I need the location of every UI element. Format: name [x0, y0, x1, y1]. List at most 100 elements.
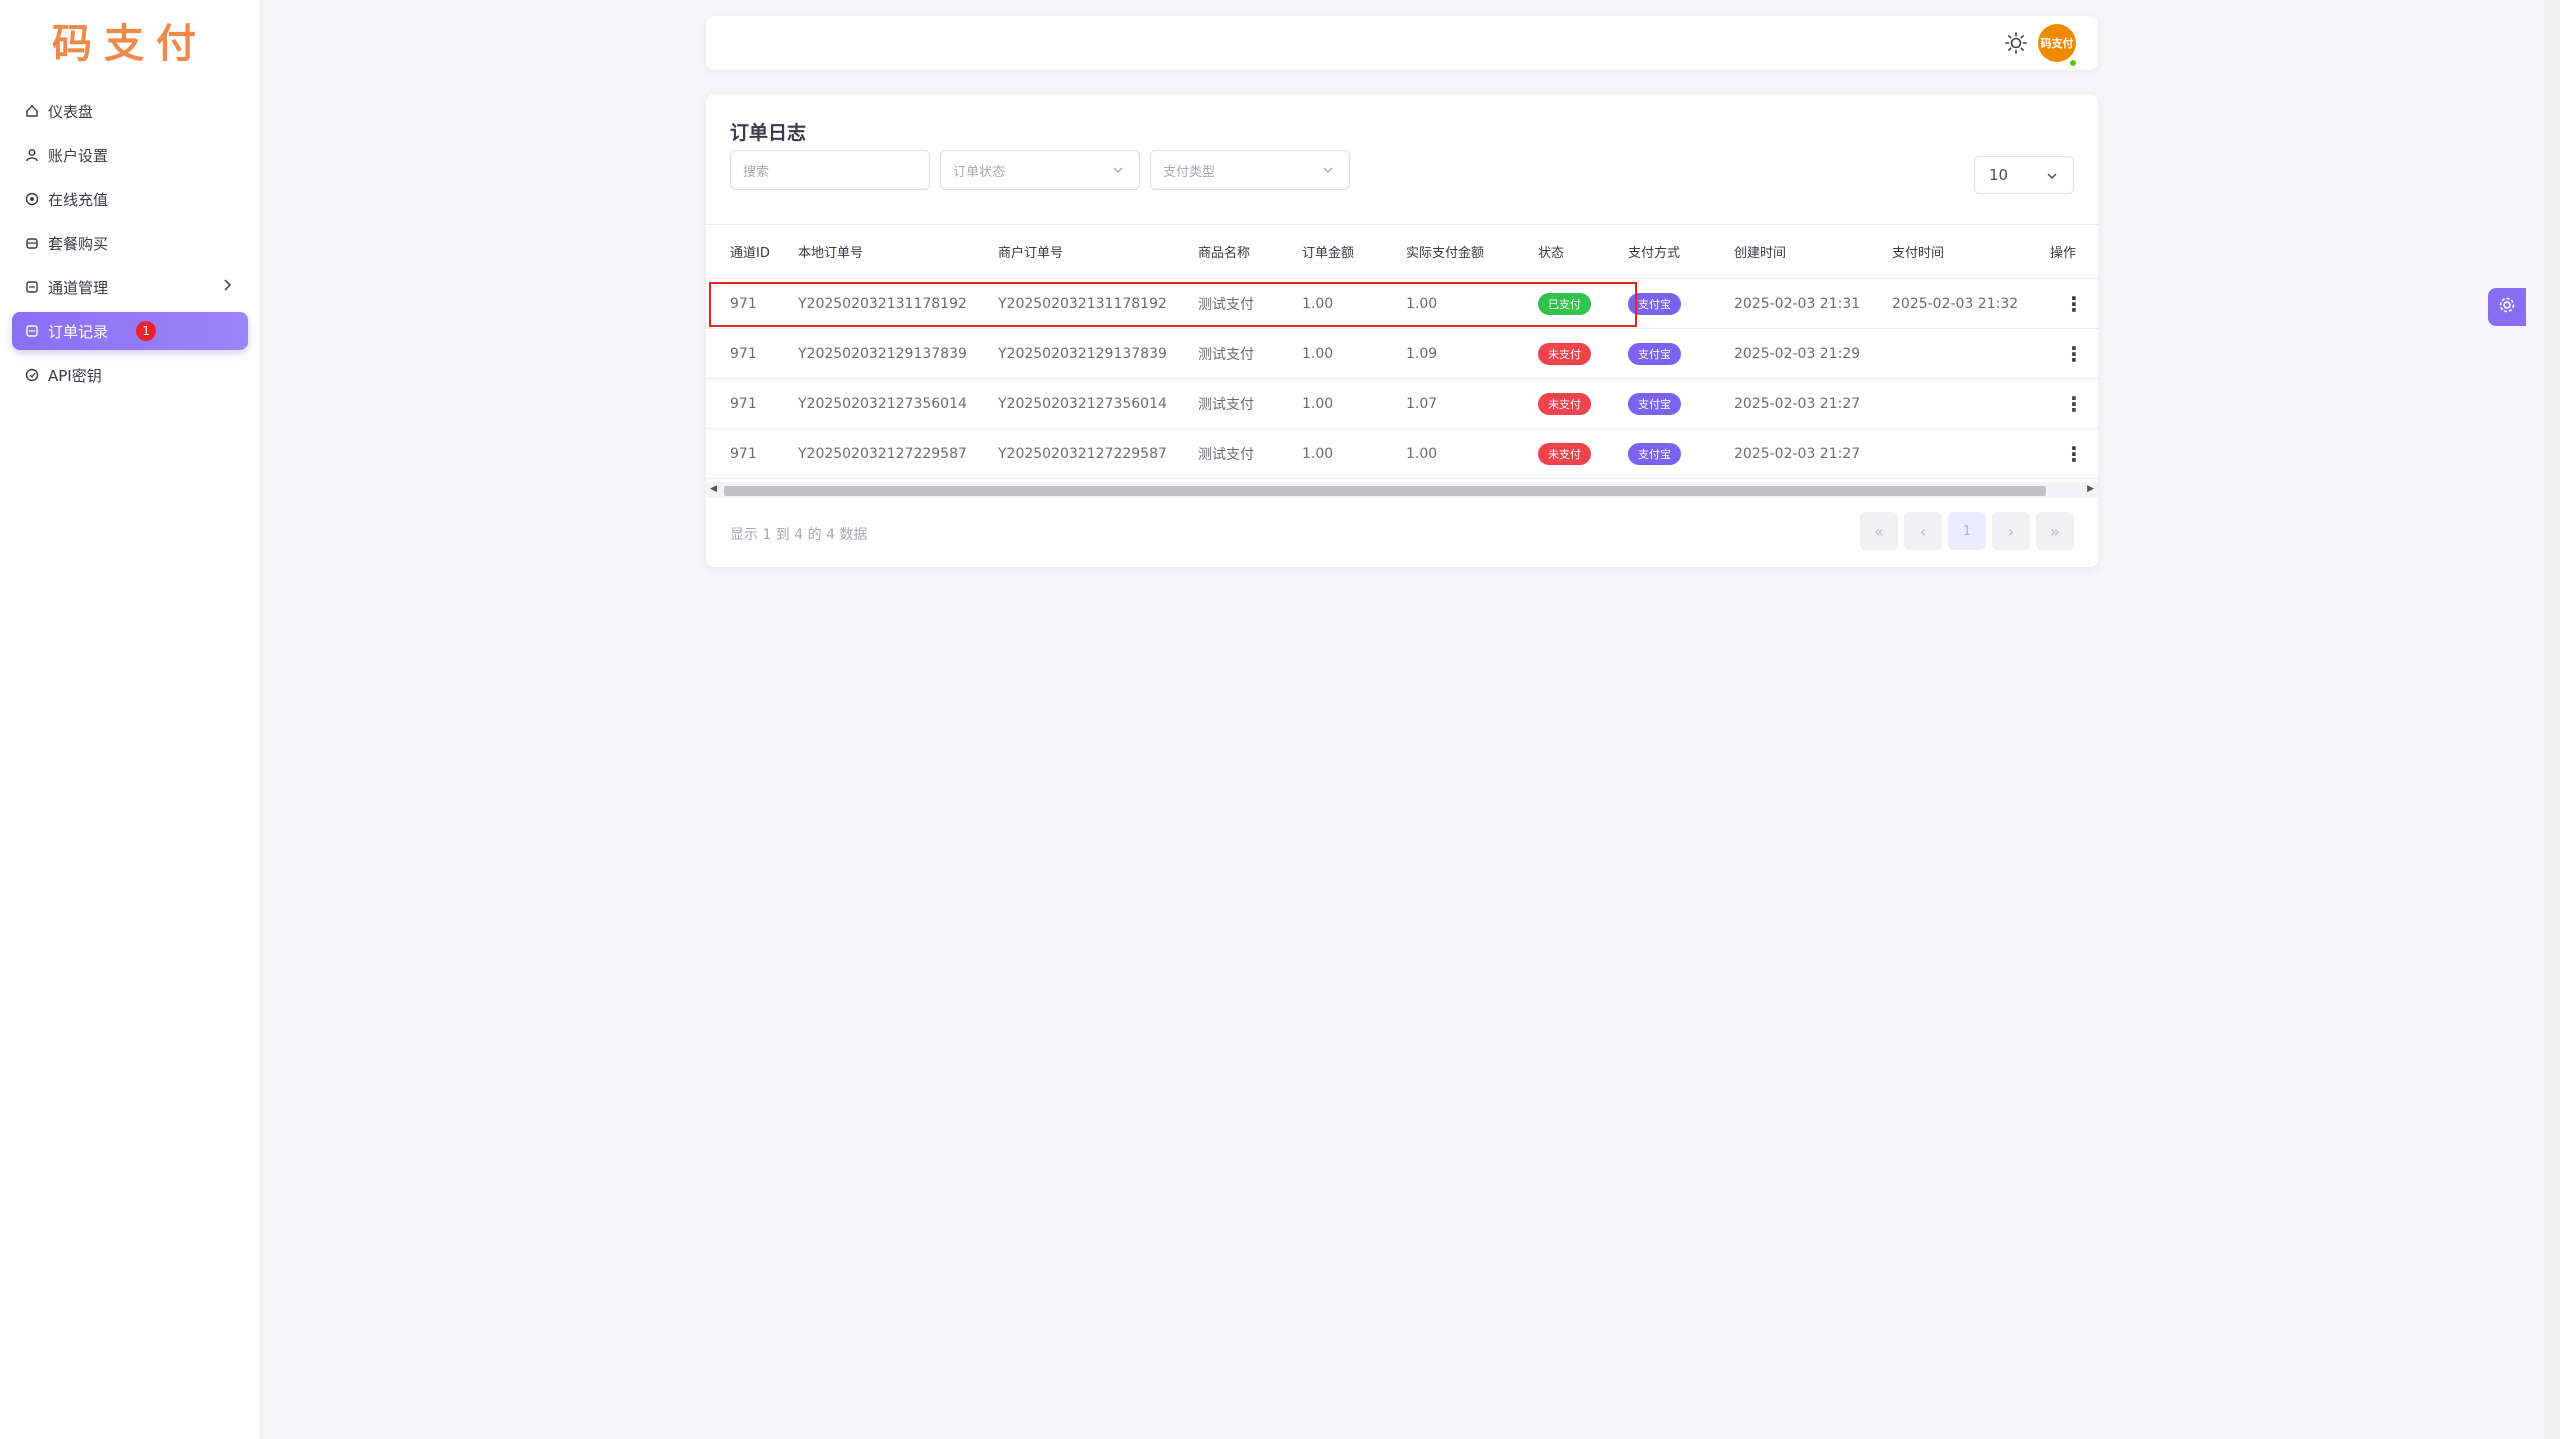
cell-status: 未支付 [1538, 328, 1628, 379]
channel-icon [24, 279, 40, 295]
sidebar-item-label: 套餐购买 [48, 234, 109, 253]
order-status-select[interactable]: 订单状态 [940, 150, 1140, 190]
cell-merchant-no: Y202502032127356014 [998, 378, 1198, 429]
status-badge: 已支付 [1538, 292, 1591, 315]
sidebar-item-api-key[interactable]: API密钥 [12, 356, 248, 394]
cell-created: 2025-02-03 21:31 [1734, 278, 1892, 329]
cell-paid-time [1892, 328, 2050, 379]
cell-status: 未支付 [1538, 428, 1628, 479]
column-header[interactable]: 支付方式 [1628, 224, 1734, 279]
prev-page-button[interactable]: ‹ [1904, 512, 1942, 550]
cell-paid-amount: 1.09 [1406, 328, 1538, 379]
payment-type-placeholder: 支付类型 [1163, 164, 1216, 180]
sidebar-item-label: 订单记录 [48, 322, 109, 341]
cell-created: 2025-02-03 21:27 [1734, 378, 1892, 429]
payment-type-select[interactable]: 支付类型 [1150, 150, 1350, 190]
sidebar-item-label: 通道管理 [48, 278, 109, 297]
key-icon [24, 367, 40, 383]
vertical-scrollbar[interactable] [2544, 0, 2560, 1439]
more-actions-icon[interactable]: ⋮ [2050, 278, 2098, 329]
scroll-right-icon[interactable]: ▶ [2087, 484, 2094, 494]
cell-product: 测试支付 [1198, 378, 1302, 429]
current-page-button[interactable]: 1 [1948, 512, 1986, 550]
column-header[interactable]: 订单金额 [1302, 224, 1406, 279]
next-page-button[interactable]: › [1992, 512, 2030, 550]
chevron-down-icon [1111, 163, 1125, 181]
table-row[interactable]: 971 Y202502032131178192 Y202502032131178… [706, 278, 2098, 329]
cell-product: 测试支付 [1198, 428, 1302, 479]
cell-channel-id: 971 [706, 278, 798, 329]
cell-merchant-no: Y202502032131178192 [998, 278, 1198, 329]
sidebar-item-recharge[interactable]: 在线充值 [12, 180, 248, 218]
more-actions-icon[interactable]: ⋮ [2050, 328, 2098, 379]
page-title: 订单日志 [730, 122, 807, 144]
cell-amount: 1.00 [1302, 378, 1406, 429]
sidebar: 码支付 仪表盘 账户设置 在线充值 套餐购买 通道管理 订单记录 1 API密钥 [0, 0, 260, 1439]
app-logo[interactable]: 码支付 [0, 0, 260, 80]
user-icon [24, 147, 40, 163]
table-row[interactable]: 971 Y202502032127229587 Y202502032127229… [706, 428, 2098, 479]
column-header[interactable]: 状态 [1538, 224, 1628, 279]
per-page-select[interactable]: 10 [1974, 156, 2074, 194]
cell-paid-time [1892, 378, 2050, 429]
column-header[interactable]: 支付时间 [1892, 224, 2050, 279]
status-badge: 未支付 [1538, 342, 1591, 365]
chevron-right-icon [220, 278, 234, 296]
cell-product: 测试支付 [1198, 278, 1302, 329]
cell-product: 测试支付 [1198, 328, 1302, 379]
status-badge: 未支付 [1538, 392, 1591, 415]
cell-channel-id: 971 [706, 428, 798, 479]
coin-icon [24, 191, 40, 207]
cell-amount: 1.00 [1302, 278, 1406, 329]
sidebar-item-package[interactable]: 套餐购买 [12, 224, 248, 262]
orders-table: 通道ID 本地订单号 商户订单号 商品名称 订单金额 实际支付金额 状态 支付方… [706, 224, 2098, 479]
column-header[interactable]: 通道ID [706, 224, 798, 279]
first-page-button[interactable]: « [1860, 512, 1898, 550]
sidebar-item-account[interactable]: 账户设置 [12, 136, 248, 174]
cell-paid-time: 2025-02-03 21:32 [1892, 278, 2050, 329]
scrollbar-thumb[interactable] [724, 486, 2046, 496]
settings-button[interactable] [2488, 288, 2526, 326]
cell-amount: 1.00 [1302, 428, 1406, 479]
last-page-button[interactable]: » [2036, 512, 2074, 550]
table-header-row: 通道ID 本地订单号 商户订单号 商品名称 订单金额 实际支付金额 状态 支付方… [706, 224, 2098, 279]
search-input[interactable]: 搜索 [730, 150, 930, 190]
cell-method: 支付宝 [1628, 278, 1734, 329]
sidebar-item-label: 在线充值 [48, 190, 109, 209]
sidebar-item-channel[interactable]: 通道管理 [12, 268, 248, 306]
sidebar-item-orders[interactable]: 订单记录 1 [12, 312, 248, 350]
sidebar-item-label: API密钥 [48, 366, 102, 385]
cell-local-no: Y202502032127229587 [798, 428, 998, 479]
avatar[interactable]: 码支付 [2038, 24, 2076, 62]
sidebar-item-dashboard[interactable]: 仪表盘 [12, 92, 248, 130]
cell-channel-id: 971 [706, 328, 798, 379]
sun-icon[interactable] [2004, 31, 2028, 59]
more-actions-icon[interactable]: ⋮ [2050, 428, 2098, 479]
sidebar-item-label: 账户设置 [48, 146, 109, 165]
column-header[interactable]: 商户订单号 [998, 224, 1198, 279]
online-status-dot [2068, 58, 2078, 68]
more-actions-icon[interactable]: ⋮ [2050, 378, 2098, 429]
cell-method: 支付宝 [1628, 328, 1734, 379]
column-header[interactable]: 商品名称 [1198, 224, 1302, 279]
cell-paid-amount: 1.00 [1406, 278, 1538, 329]
top-bar: 码支付 [706, 16, 2098, 70]
cell-status: 已支付 [1538, 278, 1628, 329]
search-placeholder: 搜索 [743, 164, 770, 180]
cell-created: 2025-02-03 21:29 [1734, 328, 1892, 379]
column-header: 操作 [2050, 224, 2098, 279]
horizontal-scrollbar[interactable]: ◀ ▶ [706, 482, 2098, 498]
cell-channel-id: 971 [706, 378, 798, 429]
per-page-value: 10 [1989, 166, 2009, 184]
column-header[interactable]: 实际支付金额 [1406, 224, 1538, 279]
column-header[interactable]: 创建时间 [1734, 224, 1892, 279]
home-icon [24, 103, 40, 119]
column-header[interactable]: 本地订单号 [798, 224, 998, 279]
table-row[interactable]: 971 Y202502032127356014 Y202502032127356… [706, 378, 2098, 429]
table-row[interactable]: 971 Y202502032129137839 Y202502032129137… [706, 328, 2098, 379]
cell-merchant-no: Y202502032127229587 [998, 428, 1198, 479]
cell-merchant-no: Y202502032129137839 [998, 328, 1198, 379]
scroll-left-icon[interactable]: ◀ [710, 484, 717, 494]
sidebar-menu: 仪表盘 账户设置 在线充值 套餐购买 通道管理 订单记录 1 API密钥 [0, 92, 260, 394]
cell-local-no: Y202502032129137839 [798, 328, 998, 379]
